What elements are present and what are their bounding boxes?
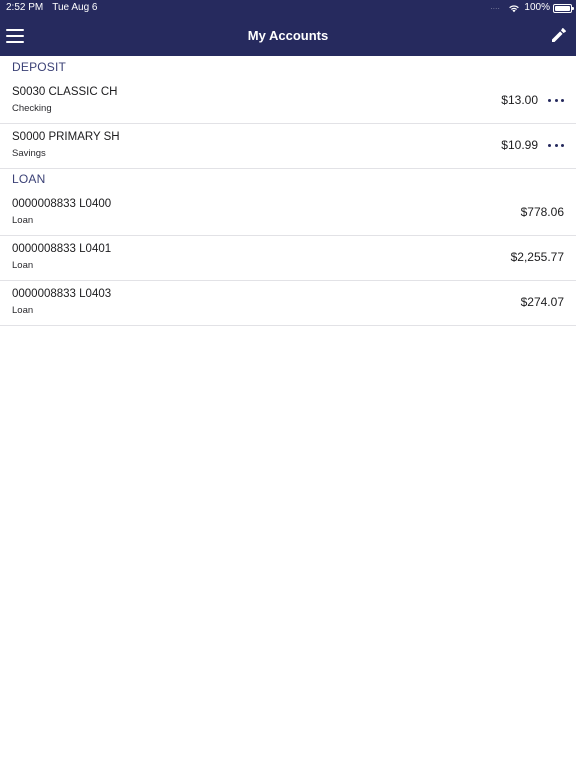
cellular-signal-icon: .... [490,4,501,11]
hamburger-menu-icon[interactable] [6,24,26,48]
section-header-loan: LOAN [12,172,46,186]
battery-percent: 100% [524,2,550,13]
account-row[interactable]: 0000008833 L0401 Loan $2,255.77 [0,236,576,281]
wifi-icon [509,5,520,13]
top-bar: 2:52 PM Tue Aug 6 .... 100% My Accounts [0,0,576,56]
account-type: Loan [12,260,34,271]
more-options-icon[interactable] [548,138,564,152]
status-time-date: 2:52 PM Tue Aug 6 [6,0,97,16]
status-bar: 2:52 PM Tue Aug 6 .... 100% [0,0,576,16]
account-row[interactable]: S0030 CLASSIC CH Checking $13.00 [0,79,576,124]
account-row[interactable]: S0000 PRIMARY SH Savings $10.99 [0,124,576,169]
account-type: Checking [12,103,52,114]
nav-bar: My Accounts [0,16,576,56]
account-type: Loan [12,305,34,316]
account-name: S0030 CLASSIC CH [12,86,118,98]
page-title: My Accounts [247,28,329,43]
account-balance: $13.00 [501,93,538,107]
section-header-deposit: DEPOSIT [12,60,67,74]
pencil-icon[interactable] [550,26,568,44]
account-balance: $10.99 [501,138,538,152]
battery-level-fill [555,5,570,11]
status-date: Tue Aug 6 [52,2,98,13]
account-type: Loan [12,215,34,226]
status-time: 2:52 PM [6,2,44,13]
account-balance: $2,255.77 [510,250,564,264]
account-type: Savings [12,148,46,159]
account-balance: $274.07 [520,295,564,309]
battery-nub [572,6,574,10]
account-name: 0000008833 L0400 [12,198,112,210]
account-name: 0000008833 L0403 [12,288,112,300]
more-options-icon[interactable] [548,93,564,107]
account-balance: $778.06 [520,205,564,219]
account-name: 0000008833 L0401 [12,243,112,255]
app-screen: 2:52 PM Tue Aug 6 .... 100% My Accounts [0,0,576,768]
status-indicators: .... 100% [490,0,574,16]
battery-icon [553,3,574,13]
account-row[interactable]: 0000008833 L0400 Loan $778.06 [0,191,576,236]
account-row[interactable]: 0000008833 L0403 Loan $274.07 [0,281,576,326]
account-name: S0000 PRIMARY SH [12,131,120,143]
